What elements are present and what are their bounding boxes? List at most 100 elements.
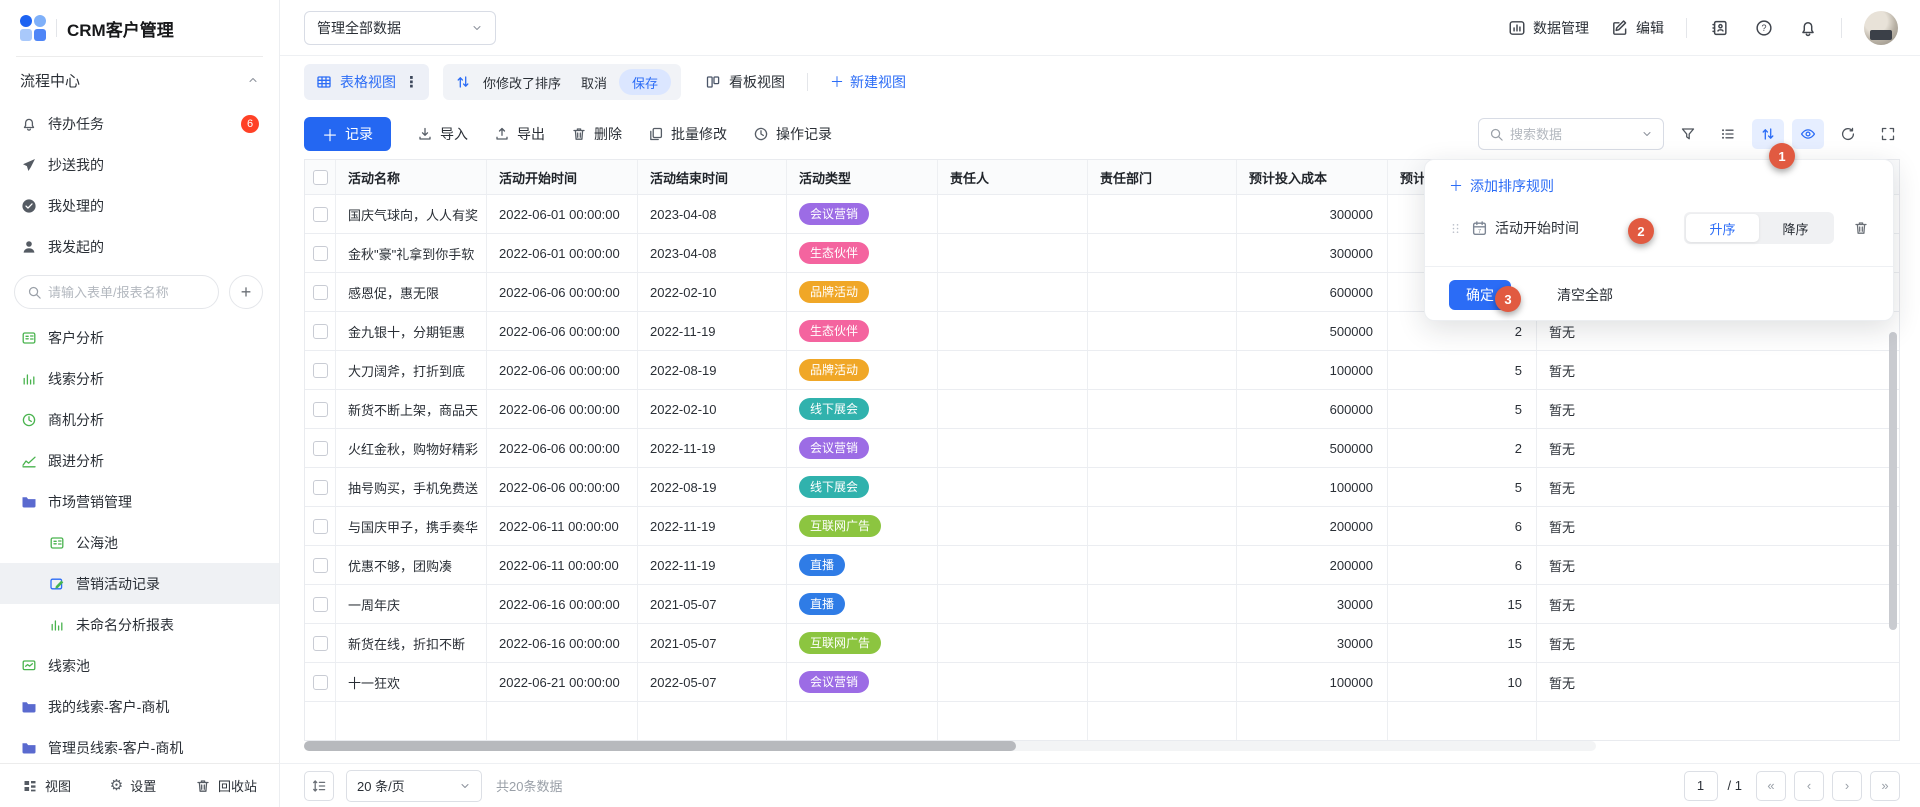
- edit-button[interactable]: 编辑: [1611, 18, 1664, 38]
- table-row[interactable]: 抽号购买，手机免费送 2022-06-06 00:00:00 2022-08-1…: [305, 468, 1899, 507]
- first-page-button[interactable]: «: [1756, 771, 1786, 801]
- sidebar-item-待办任务[interactable]: 待办任务6: [0, 103, 279, 144]
- column-header[interactable]: 活动类型: [787, 160, 938, 194]
- clear-all-button[interactable]: 清空全部: [1557, 285, 1613, 305]
- kebab-menu-icon[interactable]: ⋮: [404, 75, 419, 90]
- export-button[interactable]: 导出: [494, 124, 545, 144]
- help-icon[interactable]: ?: [1753, 17, 1775, 39]
- row-checkbox[interactable]: [313, 636, 328, 651]
- sidebar-search-input[interactable]: [48, 285, 206, 300]
- data-manage-button[interactable]: 数据管理: [1508, 18, 1589, 38]
- row-checkbox[interactable]: [313, 597, 328, 612]
- last-page-button[interactable]: »: [1870, 771, 1900, 801]
- row-checkbox[interactable]: [313, 480, 328, 495]
- batch-edit-button[interactable]: 批量修改: [648, 124, 727, 144]
- table-row[interactable]: 大刀阔斧，打折到底 2022-06-06 00:00:00 2022-08-19…: [305, 351, 1899, 390]
- descend-option[interactable]: 降序: [1759, 214, 1832, 242]
- row-checkbox[interactable]: [313, 246, 328, 261]
- cell-activity-name: 金秋"豪"礼拿到你手软: [336, 234, 487, 272]
- add-record-button[interactable]: ＋ 记录: [304, 117, 391, 151]
- sidebar-item-我发起的[interactable]: 我发起的: [0, 226, 279, 267]
- new-view-button[interactable]: ＋ 新建视图: [830, 72, 906, 92]
- table-row[interactable]: 新货不断上架，商品天 2022-06-06 00:00:00 2022-02-1…: [305, 390, 1899, 429]
- import-button[interactable]: 导入: [417, 124, 468, 144]
- sidebar-search[interactable]: [14, 275, 219, 309]
- sidebar-item-跟进分析[interactable]: 跟进分析: [0, 440, 279, 481]
- column-header[interactable]: 责任部门: [1088, 160, 1237, 194]
- group-button[interactable]: [1712, 119, 1744, 149]
- column-header[interactable]: 活动名称: [336, 160, 487, 194]
- row-checkbox[interactable]: [313, 324, 328, 339]
- sidebar-item-市场营销管理[interactable]: 市场营销管理: [0, 481, 279, 522]
- horizontal-scrollbar-thumb[interactable]: [304, 741, 1016, 751]
- sidebar-footer: 视图 ⚙ 设置 回收站: [0, 763, 279, 807]
- data-scope-select[interactable]: 管理全部数据: [304, 11, 496, 45]
- row-checkbox[interactable]: [313, 363, 328, 378]
- contacts-book-icon[interactable]: [1709, 17, 1731, 39]
- tab-table-view[interactable]: 表格视图 ⋮: [304, 64, 429, 100]
- row-checkbox[interactable]: [313, 558, 328, 573]
- user-avatar[interactable]: [1864, 11, 1898, 45]
- table-search-input[interactable]: [1510, 127, 1635, 142]
- prev-page-button[interactable]: ‹: [1794, 771, 1824, 801]
- delete-rule-icon[interactable]: [1853, 220, 1869, 236]
- column-header[interactable]: 预计投入成本: [1237, 160, 1388, 194]
- refresh-button[interactable]: [1832, 119, 1864, 149]
- footer-回收站[interactable]: 回收站: [195, 776, 257, 795]
- sidebar-item-公海池[interactable]: 公海池: [0, 522, 279, 563]
- table-row[interactable]: 十一狂欢 2022-06-21 00:00:00 2022-05-07 会议营销…: [305, 663, 1899, 702]
- sidebar-item-商机分析[interactable]: 商机分析: [0, 399, 279, 440]
- next-page-button[interactable]: ›: [1832, 771, 1862, 801]
- cancel-sort-button[interactable]: 取消: [581, 73, 607, 92]
- table-row[interactable]: 与国庆甲子，携手奏华 2022-06-11 00:00:00 2022-11-1…: [305, 507, 1899, 546]
- add-form-button[interactable]: +: [229, 275, 263, 309]
- table-row[interactable]: 优惠不够，团购凑 2022-06-11 00:00:00 2022-11-19 …: [305, 546, 1899, 585]
- page-size-select[interactable]: 20 条/页: [346, 770, 482, 802]
- page-number-input[interactable]: [1684, 771, 1718, 801]
- footer-视图[interactable]: 视图: [22, 776, 71, 795]
- column-header[interactable]: 责任人: [938, 160, 1088, 194]
- row-checkbox[interactable]: [313, 285, 328, 300]
- sidebar-item-客户分析[interactable]: 客户分析: [0, 317, 279, 358]
- ascend-option[interactable]: 升序: [1686, 214, 1759, 242]
- sidebar-section-process[interactable]: 流程中心: [0, 57, 279, 103]
- tab-kanban-view[interactable]: 看板视图: [705, 72, 785, 92]
- table-search[interactable]: [1478, 118, 1664, 150]
- sidebar-item-我处理的[interactable]: 我处理的: [0, 185, 279, 226]
- table-row[interactable]: 火红金秋，购物好精彩 2022-06-06 00:00:00 2022-11-1…: [305, 429, 1899, 468]
- sidebar-item-管理员线索-客户-商机[interactable]: 管理员线索-客户-商机: [0, 727, 279, 768]
- sidebar-item-营销活动记录[interactable]: 营销活动记录: [0, 563, 279, 604]
- edit-label: 编辑: [1636, 18, 1664, 38]
- filter-button[interactable]: [1672, 119, 1704, 149]
- sidebar-item-抄送我的[interactable]: 抄送我的: [0, 144, 279, 185]
- save-sort-button[interactable]: 保存: [619, 69, 671, 95]
- sidebar-item-我的线索-客户-商机[interactable]: 我的线索-客户-商机: [0, 686, 279, 727]
- row-checkbox[interactable]: [313, 402, 328, 417]
- row-checkbox[interactable]: [313, 519, 328, 534]
- notification-bell-icon[interactable]: [1797, 17, 1819, 39]
- table-row[interactable]: 新货在线，折扣不断 2022-06-16 00:00:00 2021-05-07…: [305, 624, 1899, 663]
- sidebar-item-线索分析[interactable]: 线索分析: [0, 358, 279, 399]
- row-checkbox[interactable]: [313, 675, 328, 690]
- vertical-scrollbar-thumb[interactable]: [1889, 332, 1897, 630]
- add-sort-rule-button[interactable]: ＋ 添加排序规则: [1449, 176, 1869, 196]
- delete-button[interactable]: 删除: [571, 124, 622, 144]
- select-all-checkbox[interactable]: [313, 170, 328, 185]
- column-header[interactable]: 活动开始时间: [487, 160, 638, 194]
- fullscreen-button[interactable]: [1872, 119, 1904, 149]
- row-checkbox[interactable]: [313, 207, 328, 222]
- table-row[interactable]: 一周年庆 2022-06-16 00:00:00 2021-05-07 直播 3…: [305, 585, 1899, 624]
- column-header[interactable]: 活动结束时间: [638, 160, 787, 194]
- drag-handle-icon[interactable]: [1449, 222, 1462, 235]
- chevron-up-icon[interactable]: [247, 74, 259, 86]
- hide-fields-button[interactable]: [1792, 119, 1824, 149]
- sidebar-item-线索池[interactable]: 线索池: [0, 645, 279, 686]
- row-checkbox[interactable]: [313, 441, 328, 456]
- row-height-button[interactable]: [304, 771, 334, 801]
- sort-field[interactable]: 7 活动开始时间: [1471, 218, 1579, 238]
- sidebar-item-未命名分析报表[interactable]: 未命名分析报表: [0, 604, 279, 645]
- footer-设置[interactable]: ⚙ 设置: [110, 776, 156, 795]
- cell-activity-type: 品牌活动: [787, 351, 938, 389]
- operation-log-button[interactable]: 操作记录: [753, 124, 832, 144]
- horizontal-scrollbar[interactable]: [304, 741, 1596, 751]
